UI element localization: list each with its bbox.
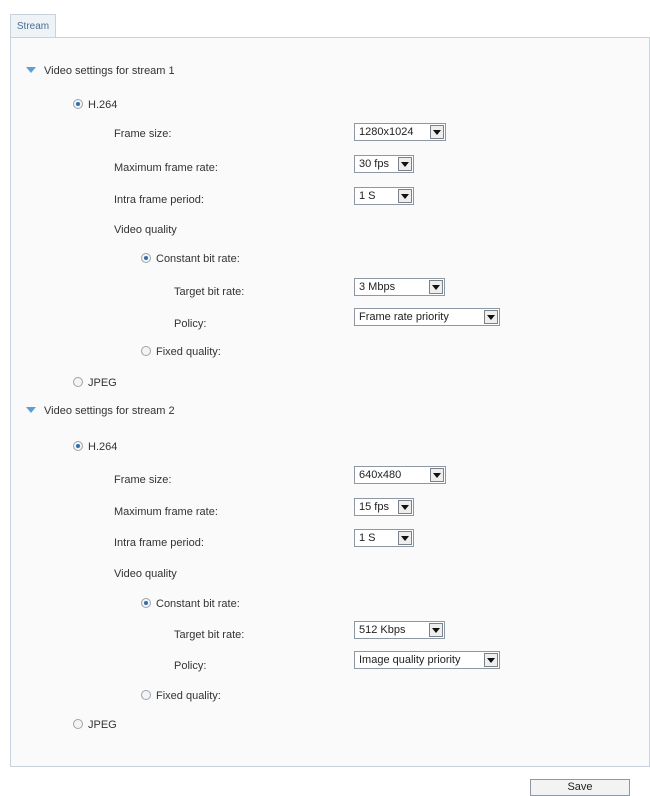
stream2-intra-frame-label: Intra frame period:: [114, 537, 204, 549]
radio-unselected-icon[interactable]: [73, 377, 83, 387]
radio-unselected-icon[interactable]: [141, 690, 151, 700]
chevron-down-icon[interactable]: [484, 310, 498, 324]
stream1-policy-label: Policy:: [174, 318, 207, 330]
stream2-policy-select[interactable]: Image quality priority: [354, 651, 500, 669]
stream2-section-header[interactable]: Video settings for stream 2: [26, 405, 175, 417]
stream2-max-frame-rate-label: Maximum frame rate:: [114, 506, 218, 518]
stream1-cbr-label: Constant bit rate:: [156, 253, 240, 265]
stream2-intra-frame-value: 1 S: [359, 532, 376, 544]
stream2-h264-option[interactable]: H.264: [73, 441, 117, 453]
stream1-intra-frame-label: Intra frame period:: [114, 194, 204, 206]
stream2-frame-size-select[interactable]: 640x480: [354, 466, 446, 484]
stream2-intra-frame-select[interactable]: 1 S: [354, 529, 414, 547]
stream2-video-quality-label: Video quality: [114, 568, 177, 580]
stream2-frame-size-label: Frame size:: [114, 474, 172, 486]
stream2-target-bit-rate-select[interactable]: 512 Kbps: [354, 621, 445, 639]
stream1-h264-label: H.264: [88, 99, 118, 111]
stream1-policy-select[interactable]: Frame rate priority: [354, 308, 500, 326]
triangle-down-icon: [26, 67, 36, 73]
stream2-policy-value: Image quality priority: [359, 654, 461, 666]
radio-selected-icon[interactable]: [141, 598, 151, 608]
stream1-intra-frame-select[interactable]: 1 S: [354, 187, 414, 205]
chevron-down-icon[interactable]: [429, 623, 443, 637]
stream2-fixed-quality-label: Fixed quality:: [156, 690, 221, 702]
stream2-target-bit-rate-value: 512 Kbps: [359, 624, 406, 636]
stream2-max-frame-rate-select[interactable]: 15 fps: [354, 498, 414, 516]
chevron-down-icon[interactable]: [429, 280, 443, 294]
stream1-target-bit-rate-select[interactable]: 3 Mbps: [354, 278, 445, 296]
chevron-down-icon[interactable]: [398, 531, 412, 545]
stream1-section-header[interactable]: Video settings for stream 1: [26, 65, 175, 77]
chevron-down-icon[interactable]: [430, 125, 444, 139]
radio-unselected-icon[interactable]: [73, 719, 83, 729]
radio-selected-icon[interactable]: [73, 441, 83, 451]
radio-selected-icon[interactable]: [73, 99, 83, 109]
stream1-h264-option[interactable]: H.264: [73, 99, 117, 111]
stream-settings-panel: [10, 37, 650, 767]
radio-unselected-icon[interactable]: [141, 346, 151, 356]
stream1-fixed-quality-label: Fixed quality:: [156, 346, 221, 358]
stream2-fixed-quality-option[interactable]: Fixed quality:: [141, 690, 221, 702]
stream1-cbr-option[interactable]: Constant bit rate:: [141, 253, 240, 265]
chevron-down-icon[interactable]: [398, 500, 412, 514]
stream1-target-bit-rate-label: Target bit rate:: [174, 286, 245, 298]
stream1-frame-size-select[interactable]: 1280x1024: [354, 123, 446, 141]
stream2-cbr-option[interactable]: Constant bit rate:: [141, 598, 240, 610]
chevron-down-icon[interactable]: [398, 157, 412, 171]
stream1-target-bit-rate-value: 3 Mbps: [359, 281, 396, 293]
stream2-policy-label: Policy:: [174, 660, 207, 672]
triangle-down-icon: [26, 407, 36, 413]
chevron-down-icon[interactable]: [484, 653, 498, 667]
stream1-title: Video settings for stream 1: [44, 65, 175, 77]
radio-selected-icon[interactable]: [141, 253, 151, 263]
stream1-frame-size-label: Frame size:: [114, 128, 172, 140]
stream1-jpeg-label: JPEG: [88, 377, 117, 389]
stream2-cbr-label: Constant bit rate:: [156, 598, 240, 610]
stream1-intra-frame-value: 1 S: [359, 190, 376, 202]
stream2-h264-label: H.264: [88, 441, 118, 453]
stream1-max-frame-rate-select[interactable]: 30 fps: [354, 155, 414, 173]
tab-stream[interactable]: Stream: [10, 14, 56, 38]
stream1-max-frame-rate-label: Maximum frame rate:: [114, 162, 218, 174]
stream1-fixed-quality-option[interactable]: Fixed quality:: [141, 346, 221, 358]
stream2-target-bit-rate-label: Target bit rate:: [174, 629, 245, 641]
stream1-max-frame-rate-value: 30 fps: [359, 158, 389, 170]
stream2-jpeg-option[interactable]: JPEG: [73, 719, 117, 731]
stream1-policy-value: Frame rate priority: [359, 311, 449, 323]
chevron-down-icon[interactable]: [398, 189, 412, 203]
stream2-max-frame-rate-value: 15 fps: [359, 501, 389, 513]
stream1-jpeg-option[interactable]: JPEG: [73, 377, 117, 389]
stream2-frame-size-value: 640x480: [359, 469, 402, 481]
stream2-jpeg-label: JPEG: [88, 719, 117, 731]
stream1-frame-size-value: 1280x1024: [359, 126, 414, 138]
save-button[interactable]: Save: [530, 779, 630, 796]
stream1-video-quality-label: Video quality: [114, 224, 177, 236]
stream2-title: Video settings for stream 2: [44, 405, 175, 417]
chevron-down-icon[interactable]: [430, 468, 444, 482]
